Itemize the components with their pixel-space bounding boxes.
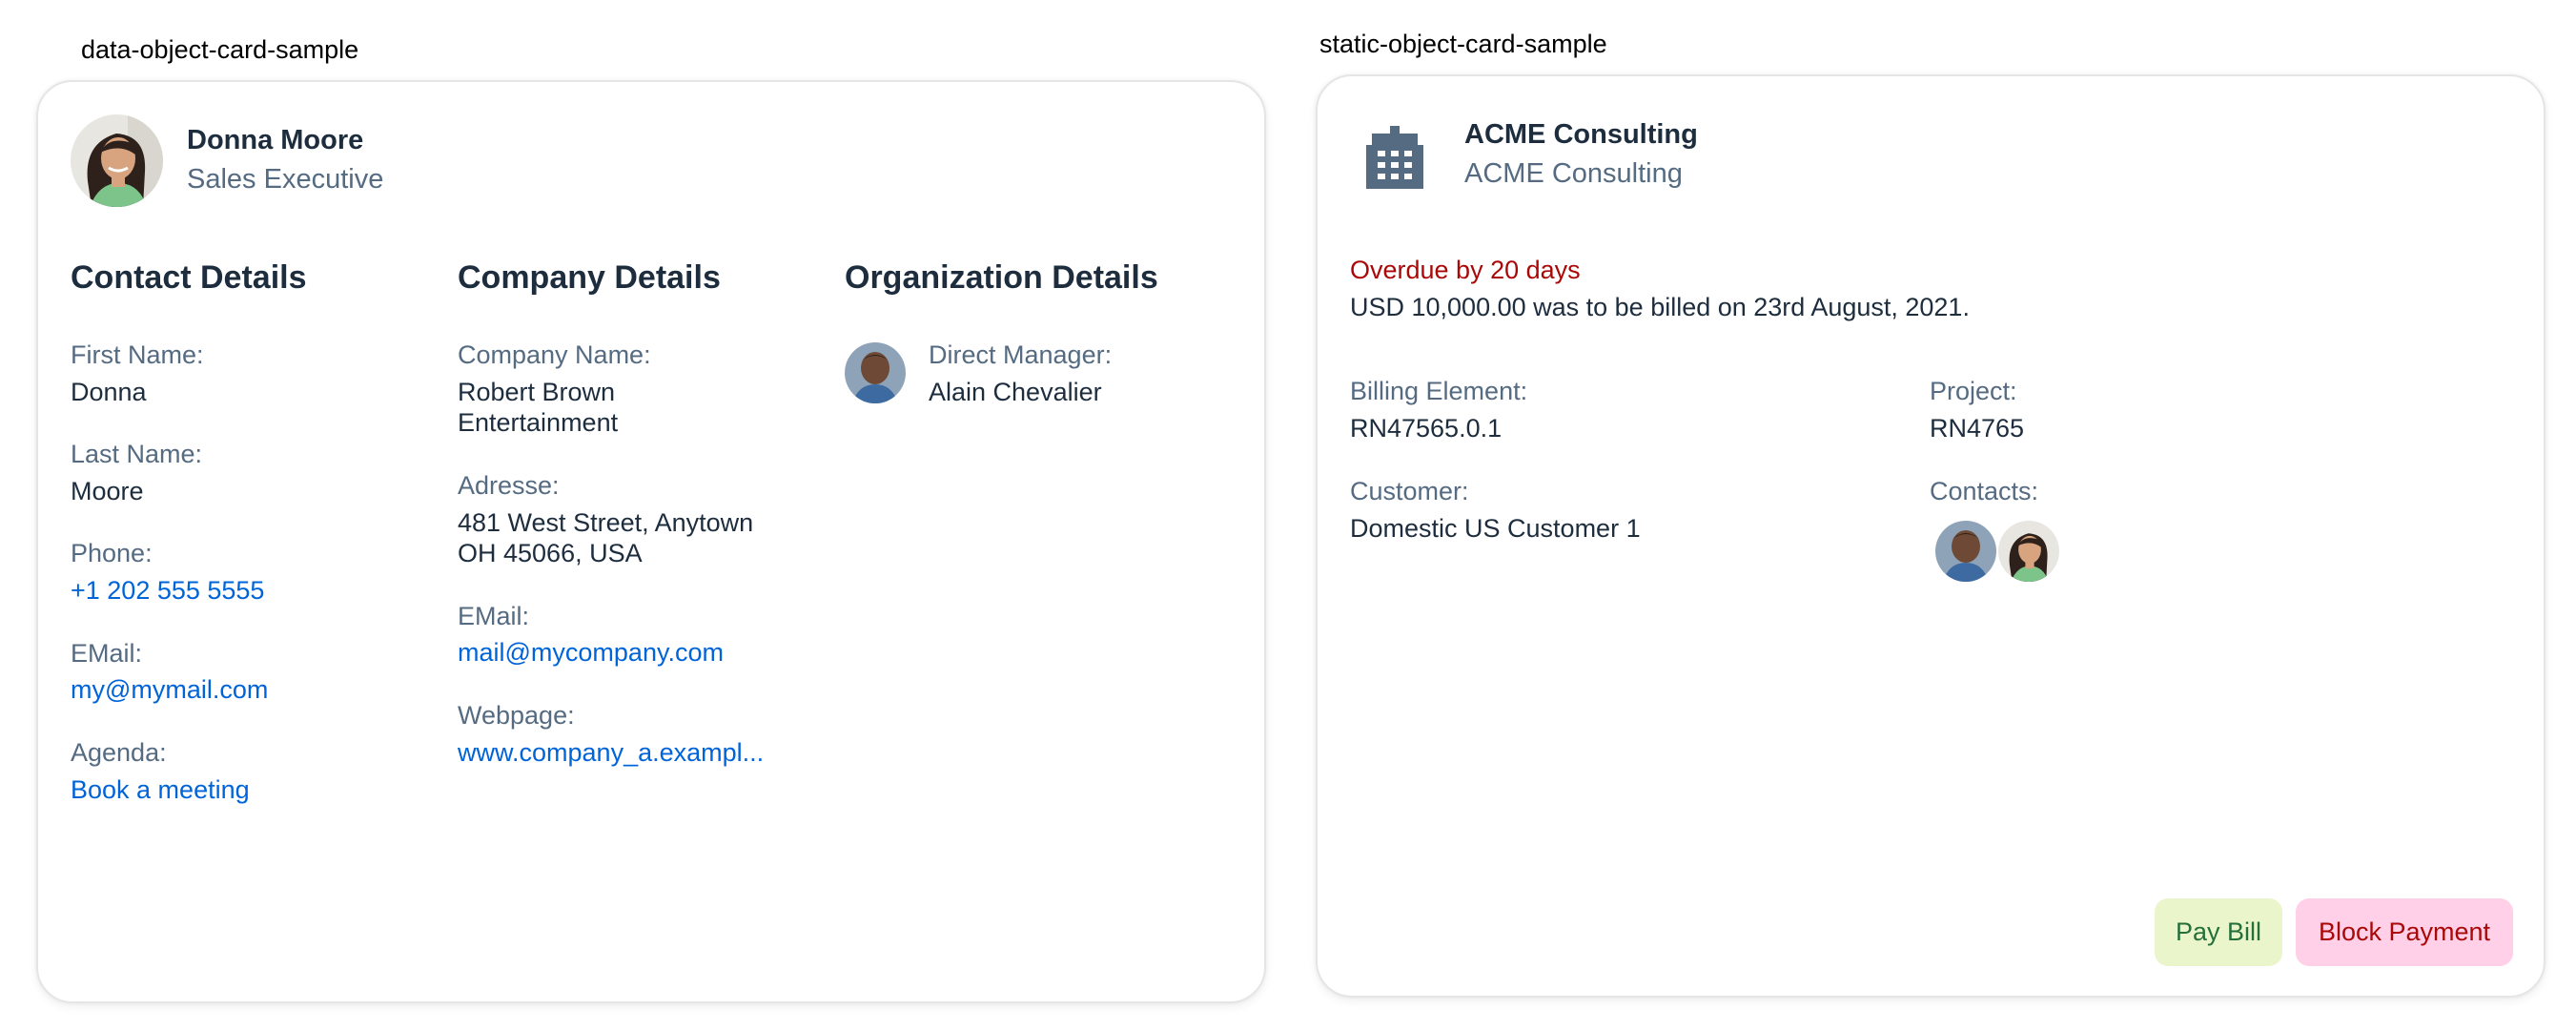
man-portrait-icon xyxy=(845,342,906,403)
man-portrait-icon xyxy=(1935,521,1996,582)
company-name-value-line2: Entertainment xyxy=(458,408,619,437)
static-object-card: ACME Consulting ACME Consulting Overdue … xyxy=(1316,74,2545,998)
billing-description: USD 10,000.00 was to be billed on 23rd A… xyxy=(1350,293,1970,321)
woman-portrait-icon xyxy=(1998,521,2059,582)
contacts-label: Contacts: xyxy=(1930,477,2039,505)
address-line2: OH 45066, USA xyxy=(458,539,643,567)
company-email-link[interactable]: mail@mycompany.com xyxy=(458,638,724,668)
building-icon xyxy=(1366,126,1423,189)
first-name-label: First Name: xyxy=(71,340,204,369)
direct-manager-value: Alain Chevalier xyxy=(929,378,1102,406)
company-details-heading: Company Details xyxy=(458,259,721,296)
block-payment-button[interactable]: Block Payment xyxy=(2296,898,2513,966)
overdue-status: Overdue by 20 days xyxy=(1350,256,1581,284)
billing-element-label: Billing Element: xyxy=(1350,377,1528,405)
phone-label: Phone: xyxy=(71,539,153,567)
phone-link[interactable]: +1 202 555 5555 xyxy=(71,576,264,606)
card-subtitle: Sales Executive xyxy=(187,164,384,195)
email-link[interactable]: my@mymail.com xyxy=(71,675,268,705)
person-avatar xyxy=(71,114,163,207)
billing-element-value: RN47565.0.1 xyxy=(1350,414,1503,443)
address-line1: 481 West Street, Anytown xyxy=(458,508,754,537)
company-email-label: EMail: xyxy=(458,602,530,630)
contact-details-heading: Contact Details xyxy=(71,259,307,296)
last-name-value: Moore xyxy=(71,477,144,505)
direct-manager-label: Direct Manager: xyxy=(929,340,1113,369)
customer-value: Domestic US Customer 1 xyxy=(1350,514,1641,543)
contact-avatar-woman[interactable] xyxy=(1996,519,2061,584)
address-label: Adresse: xyxy=(458,471,560,500)
book-meeting-link[interactable]: Book a meeting xyxy=(71,775,250,805)
customer-label: Customer: xyxy=(1350,477,1469,505)
card-title: ACME Consulting xyxy=(1464,119,1698,150)
manager-avatar[interactable] xyxy=(845,342,906,403)
pay-bill-button[interactable]: Pay Bill xyxy=(2155,898,2282,966)
card-subtitle: ACME Consulting xyxy=(1464,158,1683,189)
sample-label-data-object-card: data-object-card-sample xyxy=(81,35,359,64)
company-name-label: Company Name: xyxy=(458,340,651,369)
contact-avatar-man[interactable] xyxy=(1933,519,1998,584)
last-name-label: Last Name: xyxy=(71,440,203,468)
organization-details-heading: Organization Details xyxy=(845,259,1158,296)
data-object-card: Donna Moore Sales Executive Contact Deta… xyxy=(36,80,1266,1003)
first-name-value: Donna xyxy=(71,378,147,406)
email-label: EMail: xyxy=(71,639,143,668)
card-title: Donna Moore xyxy=(187,125,364,155)
sample-label-static-object-card: static-object-card-sample xyxy=(1319,30,1607,58)
project-label: Project: xyxy=(1930,377,2017,405)
webpage-label: Webpage: xyxy=(458,701,575,730)
agenda-label: Agenda: xyxy=(71,738,167,767)
company-name-value-line1: Robert Brown xyxy=(458,378,616,406)
project-value: RN4765 xyxy=(1930,414,2025,443)
webpage-link[interactable]: www.company_a.exampl... xyxy=(458,738,764,768)
woman-portrait-icon xyxy=(71,114,163,207)
